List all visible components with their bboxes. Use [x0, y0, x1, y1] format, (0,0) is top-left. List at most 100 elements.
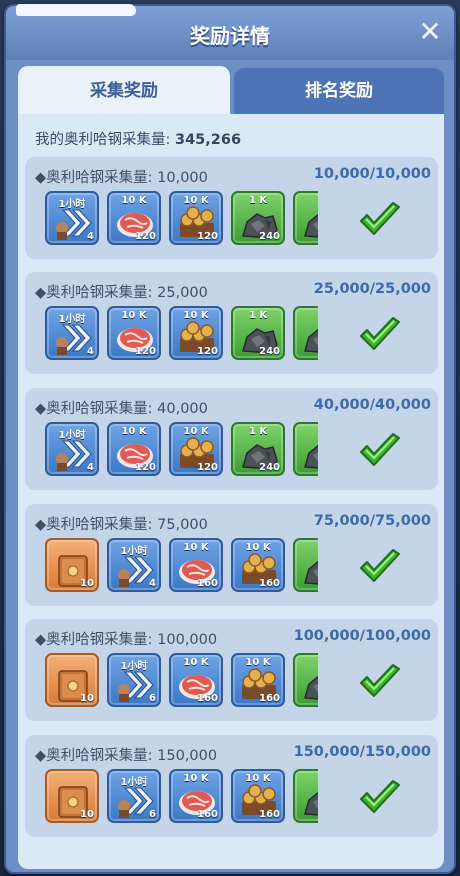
ore-icon: [301, 784, 318, 818]
reward-item-quantity: 4: [87, 462, 94, 473]
window-title: 奖励详情: [190, 24, 270, 48]
reward-item-book[interactable]: 10: [45, 538, 99, 592]
reward-item-amount: 10 K: [183, 657, 209, 668]
reward-item-amount: 1小时: [120, 661, 148, 672]
reward-item-amount: 10 K: [183, 426, 209, 437]
reward-item-amount: 10 K: [245, 773, 271, 784]
tier-progress: 10,000/10,000: [313, 166, 431, 182]
reward-items: 1小时 4 10 K 120 10 K 120 1 K 240: [45, 306, 318, 364]
reward-item-quantity: 160: [197, 578, 218, 589]
reward-item-book[interactable]: 10: [45, 769, 99, 823]
reward-item-quantity: 120: [197, 462, 218, 473]
reward-item-amount: 1 K: [248, 195, 268, 206]
reward-item-quantity: 160: [197, 693, 218, 704]
reward-item-wood[interactable]: 10 K 160: [231, 653, 285, 707]
reward-item-wood[interactable]: 10 K 120: [169, 306, 223, 360]
reward-item-speedup[interactable]: 1小时 4: [45, 422, 99, 476]
reward-item-ore[interactable]: 1 K 240: [231, 306, 285, 360]
my-total-value: 345,266: [175, 132, 242, 148]
reward-item-speedup[interactable]: 1小时 4: [45, 306, 99, 360]
reward-item-quantity: 4: [87, 346, 94, 357]
reward-item-amount: 1 K: [248, 310, 268, 321]
my-total-label: 我的奥利哈钢采集量:: [35, 132, 171, 148]
tier-progress: 40,000/40,000: [313, 397, 431, 413]
reward-details-window: 奖励详情 ✕ 采集奖励 排名奖励 我的奥利哈钢采集量: 345,266 ◆奥利哈…: [4, 4, 456, 874]
ore-icon: [301, 206, 318, 240]
reward-item-amount: 10 K: [121, 195, 147, 206]
reward-item-amount: 10 K: [183, 542, 209, 553]
ore-icon: [301, 437, 318, 471]
reward-item-quantity: 240: [259, 462, 280, 473]
reward-item-meat[interactable]: 10 K 160: [169, 538, 223, 592]
reward-item-meat[interactable]: 10 K 160: [169, 653, 223, 707]
reward-item-ore[interactable]: [293, 538, 318, 592]
reward-item-quantity: 10: [80, 578, 94, 589]
reward-item-amount: 1小时: [58, 430, 86, 441]
reward-item-book[interactable]: 10: [45, 653, 99, 707]
tier-threshold: ◆奥利哈钢采集量: 75,000: [35, 517, 208, 533]
reward-item-ore[interactable]: [293, 653, 318, 707]
reward-item-wood[interactable]: 10 K 120: [169, 191, 223, 245]
reward-item-quantity: 4: [87, 231, 94, 242]
reward-item-ore[interactable]: 1 K 240: [231, 191, 285, 245]
ore-icon: [301, 553, 318, 587]
reward-item-speedup[interactable]: 1小时 6: [107, 769, 161, 823]
reward-item-quantity: 6: [149, 809, 156, 820]
reward-item-ore[interactable]: [293, 769, 318, 823]
reward-item-quantity: 10: [80, 809, 94, 820]
close-button[interactable]: ✕: [416, 18, 444, 46]
tier-threshold: ◆奥利哈钢采集量: 100,000: [35, 632, 218, 648]
reward-item-meat[interactable]: 10 K 120: [107, 306, 161, 360]
tab-ranking-rewards[interactable]: 排名奖励: [234, 68, 444, 114]
reward-item-speedup[interactable]: 1小时 4: [107, 538, 161, 592]
tier-threshold: ◆奥利哈钢采集量: 10,000: [35, 170, 208, 186]
reward-item-quantity: 4: [149, 578, 156, 589]
reward-item-quantity: 120: [197, 346, 218, 357]
claimed-check-icon: [358, 779, 402, 817]
tier-card: ◆奥利哈钢采集量: 75,000 75,000/75,000 10 1小时 4 10 K1…: [25, 504, 438, 606]
reward-item-quantity: 120: [135, 462, 156, 473]
reward-item-quantity: 120: [135, 346, 156, 357]
reward-item-quantity: 240: [259, 231, 280, 242]
tier-card: ◆奥利哈钢采集量: 150,000 150,000/150,000 10 1小时 6 10…: [25, 735, 438, 837]
tier-card: ◆奥利哈钢采集量: 100,000 100,000/100,000 10 1小时 6 10…: [25, 619, 438, 721]
reward-item-wood[interactable]: 10 K 120: [169, 422, 223, 476]
reward-item-speedup[interactable]: 1小时 6: [107, 653, 161, 707]
reward-item-quantity: 160: [259, 578, 280, 589]
reward-item-meat[interactable]: 10 K 160: [169, 769, 223, 823]
reward-item-wood[interactable]: 10 K 160: [231, 538, 285, 592]
reward-item-amount: 10 K: [121, 310, 147, 321]
claimed-check-icon: [358, 201, 402, 239]
reward-items: 10 1小时 4 10 K 160 10 K 160: [45, 538, 318, 596]
reward-item-amount: 1 K: [248, 426, 268, 437]
reward-item-quantity: 10: [80, 693, 94, 704]
rewards-panel: 我的奥利哈钢采集量: 345,266 ◆奥利哈钢采集量: 10,000 10,00…: [18, 114, 444, 869]
tier-card: ◆奥利哈钢采集量: 10,000 10,000/10,000 1小时 4 10 K 120…: [25, 157, 438, 259]
reward-item-ore[interactable]: [293, 191, 318, 245]
claimed-check-icon: [358, 432, 402, 470]
reward-item-quantity: 120: [135, 231, 156, 242]
snow-decoration: [16, 4, 136, 16]
tab-collection-rewards[interactable]: 采集奖励: [18, 66, 230, 116]
reward-item-meat[interactable]: 10 K 120: [107, 191, 161, 245]
reward-item-ore[interactable]: 1 K 240: [231, 422, 285, 476]
reward-item-quantity: 160: [259, 809, 280, 820]
reward-item-ore[interactable]: [293, 306, 318, 360]
claimed-check-icon: [358, 316, 402, 354]
reward-item-speedup[interactable]: 1小时 4: [45, 191, 99, 245]
my-total: 我的奥利哈钢采集量: 345,266: [35, 128, 241, 149]
reward-item-quantity: 6: [149, 693, 156, 704]
reward-item-amount: 1小时: [58, 199, 86, 210]
reward-item-wood[interactable]: 10 K 160: [231, 769, 285, 823]
reward-item-meat[interactable]: 10 K 120: [107, 422, 161, 476]
tier-card: ◆奥利哈钢采集量: 25,000 25,000/25,000 1小时 4 10 K 120…: [25, 272, 438, 374]
reward-items: 10 1小时 6 10 K 160 10 K 160: [45, 653, 318, 711]
claimed-check-icon: [358, 548, 402, 586]
reward-item-ore[interactable]: [293, 422, 318, 476]
reward-items: 1小时 4 10 K 120 10 K 120 1 K 240: [45, 191, 318, 249]
tier-progress: 100,000/100,000: [293, 628, 431, 644]
tier-progress: 150,000/150,000: [293, 744, 431, 760]
ore-icon: [301, 321, 318, 355]
reward-items: 10 1小时 6 10 K 160 10 K 160: [45, 769, 318, 827]
reward-item-quantity: 240: [259, 346, 280, 357]
